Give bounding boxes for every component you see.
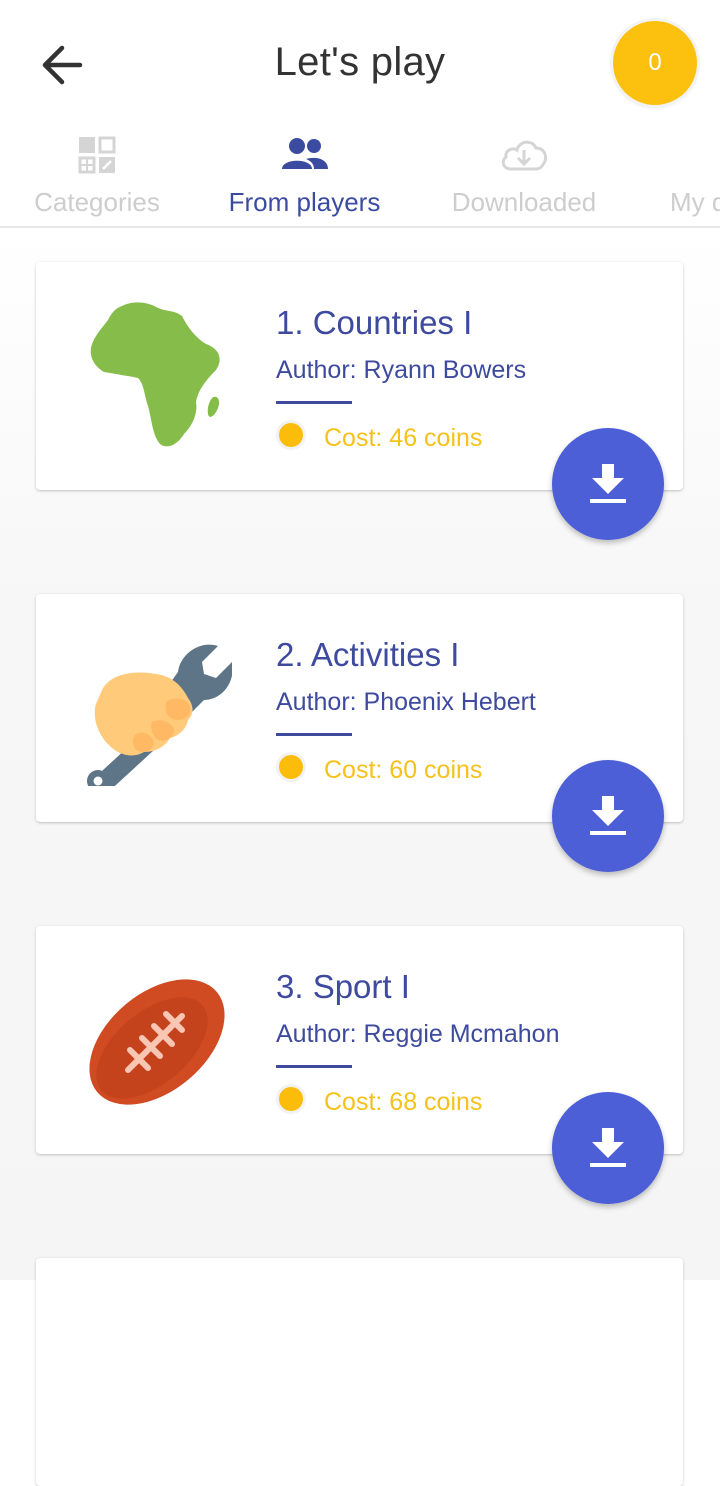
download-button[interactable] [552,760,664,872]
coin-icon [279,1087,303,1111]
categories-grid-icon [78,136,116,174]
coin-balance-badge[interactable]: 0 [613,21,697,105]
page-title: Let's play [274,40,446,84]
app-header: Let's play 0 [0,0,720,128]
divider [276,1065,352,1068]
quiz-cost: Cost: 68 coins [324,1088,483,1116]
hand-wrench-icon [87,644,232,786]
tab-label: From players [228,187,381,217]
tab-my-quizzes[interactable]: My q [633,128,720,224]
tab-downloaded[interactable]: Downloaded [415,128,633,224]
quiz-card[interactable]: 3. Sport I Author: Reggie Mcmahon Cost: … [36,926,683,1204]
download-button[interactable] [552,1092,664,1204]
download-button[interactable] [552,428,664,540]
quiz-author: Author: Phoenix Hebert [276,688,536,716]
quiz-title: 2. Activities I [276,636,460,673]
coin-icon [279,755,303,779]
quiz-title: 3. Sport I [276,968,410,1005]
quiz-card[interactable]: 2. Activities I Author: Phoenix Hebert C… [36,594,683,872]
coin-icon [279,423,303,447]
divider [276,401,352,404]
quiz-card[interactable] [36,1258,683,1486]
africa-map-icon [90,302,220,447]
download-icon [590,796,626,835]
quiz-cost: Cost: 46 coins [324,424,483,452]
quiz-author: Author: Ryann Bowers [276,356,527,384]
quiz-card[interactable]: 1. Countries I Author: Ryann Bowers Cost… [36,262,683,540]
quiz-author: Author: Reggie Mcmahon [276,1020,560,1048]
tab-label: Downloaded [451,187,597,217]
tab-from-players[interactable]: From players [194,128,415,224]
tab-label: Categories [34,187,160,217]
american-football-icon [89,979,225,1105]
quiz-cost: Cost: 60 coins [324,756,483,784]
download-icon [590,1128,626,1167]
quiz-title: 1. Countries I [276,304,473,341]
tab-categories[interactable]: Categories [0,128,194,224]
divider [276,733,352,736]
download-icon [590,464,626,503]
people-icon [281,138,328,169]
tab-bar: Categories From players Downloaded My q [0,128,720,351]
cloud-download-icon [501,140,548,171]
tab-label: My q [670,187,720,217]
